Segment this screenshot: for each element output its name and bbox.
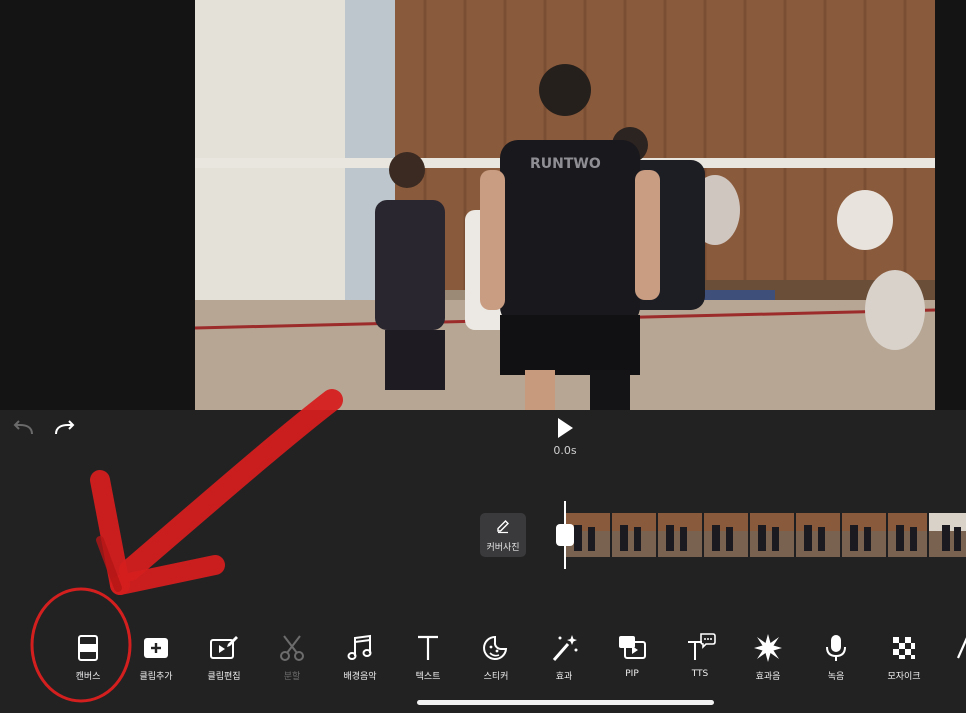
cover-photo-button[interactable]: 커버사진	[480, 513, 526, 557]
tool-record[interactable]: 녹음	[803, 632, 869, 688]
music-note-icon	[347, 634, 372, 660]
tool-label: 효과	[555, 672, 573, 682]
mosaic-icon	[893, 637, 915, 659]
tool-label: TTS	[691, 669, 709, 679]
redo-icon	[55, 420, 75, 435]
tts-icon	[688, 633, 716, 660]
add-clip-icon	[144, 638, 168, 658]
canvas-icon	[78, 635, 98, 661]
tool-add-clip[interactable]: 클립추가	[123, 632, 189, 688]
scissors-icon	[280, 635, 304, 661]
tool-bgm[interactable]: 배경음악	[327, 632, 393, 688]
red-arrow-annotation	[90, 389, 343, 595]
tool-sound-effect[interactable]: 효과음	[735, 632, 801, 688]
tool-label: 캔버스	[75, 672, 101, 682]
tool-mosaic[interactable]: 모자이크	[871, 632, 937, 688]
playback-time: 0.0s	[553, 444, 577, 457]
redo-button[interactable]	[52, 418, 78, 440]
tool-partial[interactable]	[939, 632, 966, 688]
sticker-icon	[483, 635, 508, 660]
magic-wand-icon	[552, 635, 578, 661]
burst-icon	[754, 634, 782, 662]
undo-button[interactable]	[10, 418, 36, 440]
home-indicator	[417, 700, 714, 705]
trim-handle[interactable]	[556, 524, 574, 546]
triangle-icon	[956, 637, 966, 659]
tool-label: 클립편집	[207, 672, 241, 682]
video-preview-frame[interactable]: RUNTWO	[195, 0, 935, 410]
edit-clip-icon	[210, 636, 238, 659]
tool-effect[interactable]: 효과	[531, 632, 597, 688]
play-button[interactable]	[552, 414, 578, 442]
play-icon	[558, 418, 573, 438]
tool-split[interactable]: 분할	[259, 632, 325, 688]
tool-label: 스티커	[483, 672, 509, 682]
cover-photo-label: 커버사진	[486, 543, 520, 553]
svg-text:RUNTWO: RUNTWO	[530, 156, 601, 172]
tool-edit-clip[interactable]: 클립편집	[191, 632, 257, 688]
tool-text[interactable]: 텍스트	[395, 632, 461, 688]
clip-thumbnails	[566, 513, 966, 557]
tool-label: 텍스트	[415, 672, 441, 682]
tool-sticker[interactable]: 스티커	[463, 632, 529, 688]
pip-icon	[619, 636, 646, 659]
badminton-court-photo: RUNTWO	[195, 0, 935, 410]
tool-label: 녹음	[827, 672, 845, 682]
microphone-icon	[826, 635, 846, 661]
tool-label: 효과음	[755, 672, 781, 682]
tool-label: 배경음악	[343, 672, 377, 682]
tool-label: 분할	[283, 672, 301, 682]
clip-timeline[interactable]	[566, 513, 966, 557]
tool-label: 클립추가	[139, 672, 173, 682]
tool-canvas[interactable]: 캔버스	[55, 632, 121, 688]
text-icon	[418, 635, 438, 660]
pencil-icon	[497, 520, 509, 534]
tool-pip[interactable]: PIP	[599, 632, 665, 688]
tool-tts[interactable]: TTS	[667, 632, 733, 688]
tool-label: PIP	[625, 669, 639, 679]
undo-icon	[13, 420, 33, 435]
tool-label: 모자이크	[887, 672, 921, 682]
